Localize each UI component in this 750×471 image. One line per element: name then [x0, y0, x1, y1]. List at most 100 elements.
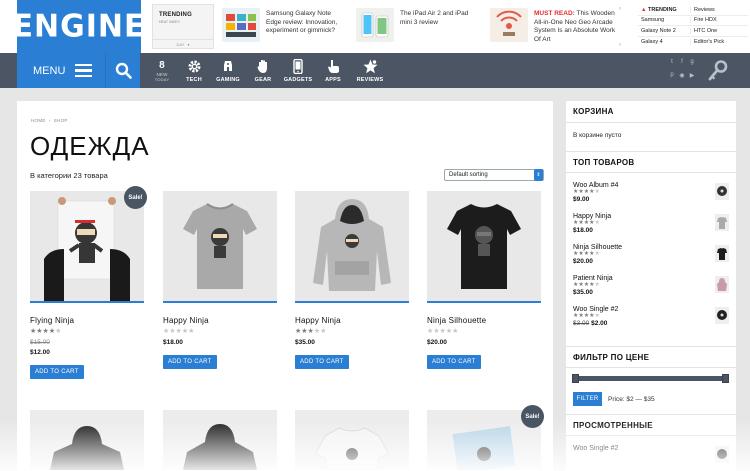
- nav-item-tech[interactable]: TECH: [176, 53, 212, 88]
- chevron-left-icon[interactable]: ‹: [619, 6, 621, 12]
- top-product-thumbnail[interactable]: [715, 307, 729, 324]
- nav-item-gear[interactable]: GEAR: [245, 53, 281, 88]
- site-logo[interactable]: ENGINE: [13, 0, 145, 55]
- top-product-item[interactable]: Woo Single #2 ★★★★★ $3.00 $2.00: [573, 306, 729, 337]
- table-row: Samsung Fire HDX: [638, 16, 748, 26]
- trending-period-dropdown[interactable]: DAY ▾: [153, 39, 213, 48]
- sort-select[interactable]: Default sorting ⇕: [444, 169, 544, 181]
- gamepad-icon: [221, 58, 235, 74]
- product-image[interactable]: [163, 410, 277, 470]
- product-card[interactable]: Happy Ninja ★★★★★ $35.00 ADD TO CART: [295, 191, 409, 369]
- price-max-handle[interactable]: [722, 374, 729, 383]
- news-item[interactable]: The iPad Air 2 and iPad mini 3 review: [356, 8, 486, 46]
- add-to-cart-button[interactable]: ADD TO CART: [30, 365, 84, 379]
- top-product-item[interactable]: Happy Ninja ★★★★★ $18.00: [573, 213, 729, 244]
- top-product-thumbnail[interactable]: [715, 183, 729, 200]
- viewed-product-item[interactable]: Woo Single #2: [573, 445, 729, 471]
- youtube-icon[interactable]: ▶: [688, 72, 696, 84]
- viewed-product-thumbnail[interactable]: [715, 446, 729, 463]
- product-image[interactable]: [163, 191, 277, 301]
- top-product-thumbnail[interactable]: [715, 245, 729, 262]
- breadcrumb-home[interactable]: HOME: [31, 118, 46, 123]
- sort-select-value: Default sorting: [449, 172, 488, 178]
- table-cell[interactable]: Editor's Pick: [690, 38, 748, 45]
- product-underline: [427, 301, 541, 303]
- product-card[interactable]: Ninja Silhouette ★★★★★ $20.00 ADD TO CAR…: [427, 191, 541, 369]
- table-cell[interactable]: Fire HDX: [690, 17, 748, 24]
- select-arrows-icon: ⇕: [534, 169, 543, 181]
- nav-item-apps[interactable]: APPS: [315, 53, 351, 88]
- news-thumbnail: [490, 8, 528, 42]
- product-name[interactable]: Flying Ninja: [30, 316, 144, 325]
- table-cell[interactable]: HTC One: [690, 27, 748, 34]
- flame-icon: ▲: [641, 6, 647, 13]
- new-today-indicator[interactable]: 8 NEW TODAY: [144, 53, 180, 88]
- product-image[interactable]: [30, 410, 144, 470]
- add-to-cart-button[interactable]: ADD TO CART: [427, 355, 481, 369]
- nav-item-gaming[interactable]: GAMING: [210, 53, 246, 88]
- product-image[interactable]: [295, 191, 409, 301]
- table-cell[interactable]: Galaxy Note 2: [638, 28, 690, 34]
- news-item[interactable]: MUST READ: This Wooden All-in-One Neo Ge…: [490, 8, 616, 46]
- add-to-cart-button[interactable]: ADD TO CART: [295, 355, 349, 369]
- top-product-name[interactable]: Woo Single #2: [573, 306, 729, 313]
- top-product-thumbnail[interactable]: [715, 214, 729, 231]
- table-header-row: ▲ TRENDING Reviews: [638, 5, 748, 16]
- product-image[interactable]: [427, 191, 541, 301]
- page-title: ОДЕЖДА: [30, 131, 150, 161]
- sidebar: КОРЗИНА В корзине пусто ТОП ТОВАРОВ Woo …: [566, 101, 736, 471]
- product-name[interactable]: Happy Ninja: [163, 316, 277, 325]
- add-to-cart-button[interactable]: ADD TO CART: [163, 355, 217, 369]
- top-product-thumbnail[interactable]: [715, 276, 729, 293]
- top-product-name[interactable]: Ninja Silhouette: [573, 244, 729, 251]
- product-name[interactable]: Ninja Silhouette: [427, 316, 541, 325]
- search-button[interactable]: [105, 53, 140, 88]
- nav-item-gadgets[interactable]: GADGETS: [280, 53, 316, 88]
- chevron-down-icon: ▾: [187, 41, 190, 47]
- chevron-right-icon[interactable]: ›: [619, 42, 621, 48]
- breadcrumb: HOME › SHOP: [31, 118, 68, 123]
- product-price: $20.00: [427, 339, 447, 346]
- top-product-rating: ★★★★★: [573, 251, 600, 257]
- filter-button[interactable]: FILTER: [573, 392, 602, 406]
- table-header-reviews[interactable]: Reviews: [690, 6, 748, 13]
- table-cell[interactable]: Galaxy 4: [638, 39, 690, 45]
- price-filter-title: ФИЛЬТР ПО ЦЕНЕ: [566, 346, 736, 368]
- phone-icon: [293, 58, 303, 74]
- trending-title: TRENDING: [159, 12, 192, 18]
- table-cell[interactable]: Samsung: [638, 17, 690, 23]
- pinterest-icon[interactable]: p: [668, 72, 676, 84]
- top-product-item[interactable]: Woo Album #4 ★★★★★ $9.00: [573, 182, 729, 213]
- top-product-item[interactable]: Ninja Silhouette ★★★★★ $20.00: [573, 244, 729, 275]
- menu-button[interactable]: MENU: [17, 53, 105, 88]
- hamburger-icon: [75, 63, 93, 78]
- product-underline: [295, 301, 409, 303]
- product-image[interactable]: [30, 191, 144, 301]
- table-header-trending[interactable]: ▲ TRENDING: [638, 7, 690, 13]
- twitter-icon[interactable]: t: [668, 59, 676, 70]
- glove-icon: [257, 58, 270, 74]
- rss-icon[interactable]: ◉: [678, 72, 686, 84]
- login-button[interactable]: [708, 60, 728, 87]
- product-price: $12.00: [30, 349, 50, 356]
- top-product-item[interactable]: Patient Ninja ★★★★★ $35.00: [573, 275, 729, 306]
- google-plus-icon[interactable]: g: [688, 59, 696, 70]
- product-name[interactable]: Happy Ninja: [295, 316, 409, 325]
- product-card[interactable]: Happy Ninja ★★★★★ $18.00 ADD TO CART: [163, 191, 277, 369]
- top-product-name[interactable]: Woo Album #4: [573, 182, 729, 189]
- price-range-slider[interactable]: [572, 374, 729, 383]
- facebook-icon[interactable]: f: [678, 59, 686, 70]
- top-product-sale-price: $2.00: [591, 320, 608, 327]
- nav-item-reviews[interactable]: REVIEWS: [351, 53, 389, 88]
- top-product-name[interactable]: Happy Ninja: [573, 213, 729, 220]
- top-product-name[interactable]: Patient Ninja: [573, 275, 729, 282]
- viewed-product-name[interactable]: Woo Single #2: [573, 445, 729, 452]
- sale-badge: Sale!: [521, 405, 544, 428]
- news-item[interactable]: Samsung Galaxy Note Edge review: Innovat…: [222, 8, 352, 46]
- trending-period-value: DAY: [176, 41, 185, 47]
- product-image[interactable]: [295, 410, 409, 470]
- price-min-handle[interactable]: [572, 374, 579, 383]
- key-icon: [708, 60, 728, 81]
- top-product-rating: ★★★★★: [573, 189, 600, 195]
- product-card[interactable]: Sale! Flying Ninja ★★★★★ $15.00 $12.00 A…: [30, 186, 147, 379]
